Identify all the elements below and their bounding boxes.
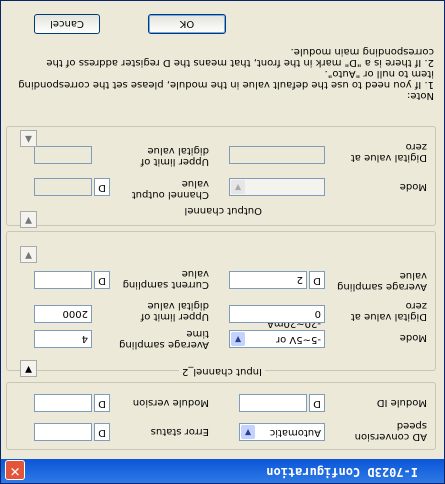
ad-conversion-value: Automatic bbox=[269, 427, 321, 438]
input-channel-title: Input channel_2 bbox=[178, 366, 265, 377]
output-channel-expand-button[interactable]: ▲ bbox=[20, 130, 37, 147]
error-status-field[interactable] bbox=[34, 423, 92, 441]
ad-conversion-select[interactable]: Automatic ▼ bbox=[239, 423, 325, 441]
input-channel-group: Input channel_2 ▼ Mode -5~5V or -20~20mA… bbox=[6, 231, 436, 377]
current-sampling-value-d-button[interactable]: D bbox=[94, 271, 110, 289]
title-bar: I-7023D Configuration ✕ bbox=[1, 459, 444, 483]
output-digital-zero-field[interactable] bbox=[229, 146, 325, 164]
output-channel-title: Output channel bbox=[181, 205, 265, 216]
general-group: AD conversion speed Automatic ▼ Error st… bbox=[6, 382, 436, 450]
cancel-button[interactable]: Cancel bbox=[34, 14, 100, 34]
ad-conversion-label: AD conversion speed bbox=[354, 420, 427, 442]
module-id-label: Module ID bbox=[376, 397, 427, 408]
ok-button[interactable]: OK bbox=[148, 14, 226, 34]
output-channel-group: ▼ Output channel Mode ▼ Channel output v… bbox=[6, 126, 436, 228]
output-mode-label: Mode bbox=[399, 181, 427, 192]
note-title: Note: bbox=[406, 90, 434, 101]
module-id-d-button[interactable]: D bbox=[309, 394, 325, 412]
avg-sampling-time-field[interactable]: 4 bbox=[34, 330, 92, 348]
output-digital-zero-label: Digital value at zero bbox=[350, 141, 427, 163]
configuration-window: I-7023D Configuration ✕ AD conversion sp… bbox=[0, 0, 445, 484]
chevron-down-icon: ▼ bbox=[231, 180, 245, 194]
input-channel-toggle[interactable]: ▼ bbox=[20, 360, 37, 377]
window-title: I-7023D Configuration bbox=[266, 465, 418, 479]
output-upper-limit-label: Upper limit of digital value bbox=[140, 145, 209, 167]
error-status-d-button[interactable]: D bbox=[94, 423, 110, 441]
avg-sampling-time-label: Average sampling time bbox=[119, 328, 209, 350]
input-mode-label: Mode bbox=[399, 332, 427, 343]
module-version-label: Module version bbox=[132, 397, 209, 408]
current-sampling-value-field[interactable] bbox=[34, 271, 92, 289]
chevron-down-icon: ▼ bbox=[241, 425, 255, 439]
output-upper-limit-field[interactable] bbox=[34, 146, 92, 164]
module-version-field[interactable] bbox=[34, 394, 92, 412]
input-upper-limit-field[interactable]: 2000 bbox=[34, 305, 92, 323]
input-channel-expand-button[interactable]: ▼ bbox=[20, 246, 37, 263]
error-status-label: Error status bbox=[150, 426, 209, 437]
note-line-2: 2. If there is a "D" mark in the front, … bbox=[46, 46, 434, 68]
module-version-d-button[interactable]: D bbox=[94, 394, 110, 412]
avg-sampling-value-label: Average sampling value bbox=[337, 270, 427, 292]
output-mode-select[interactable]: ▼ bbox=[229, 178, 325, 196]
current-sampling-value-label: Current sampling value bbox=[122, 268, 209, 290]
output-channel-toggle[interactable]: ▼ bbox=[20, 211, 37, 228]
chevron-down-icon: ▼ bbox=[231, 332, 245, 346]
close-button[interactable]: ✕ bbox=[5, 460, 25, 480]
note-text: Note: 1. If you need to use the default … bbox=[14, 46, 434, 101]
channel-output-label: Channel output value bbox=[131, 178, 209, 200]
input-digital-zero-label: Digital value at zero bbox=[350, 300, 427, 322]
input-mode-select[interactable]: -5~5V or -20~20mA ▼ bbox=[229, 318, 325, 348]
module-id-field[interactable] bbox=[239, 394, 307, 412]
channel-output-d-button[interactable]: D bbox=[94, 178, 110, 196]
note-line-1: 1. If you need to use the default value … bbox=[18, 68, 434, 90]
input-upper-limit-label: Upper limit of digital value bbox=[140, 300, 209, 322]
avg-sampling-value-field[interactable]: 2 bbox=[229, 271, 307, 289]
channel-output-field[interactable] bbox=[34, 178, 92, 196]
input-digital-zero-field[interactable]: 0 bbox=[229, 305, 325, 323]
avg-sampling-value-d-button[interactable]: D bbox=[309, 271, 325, 289]
